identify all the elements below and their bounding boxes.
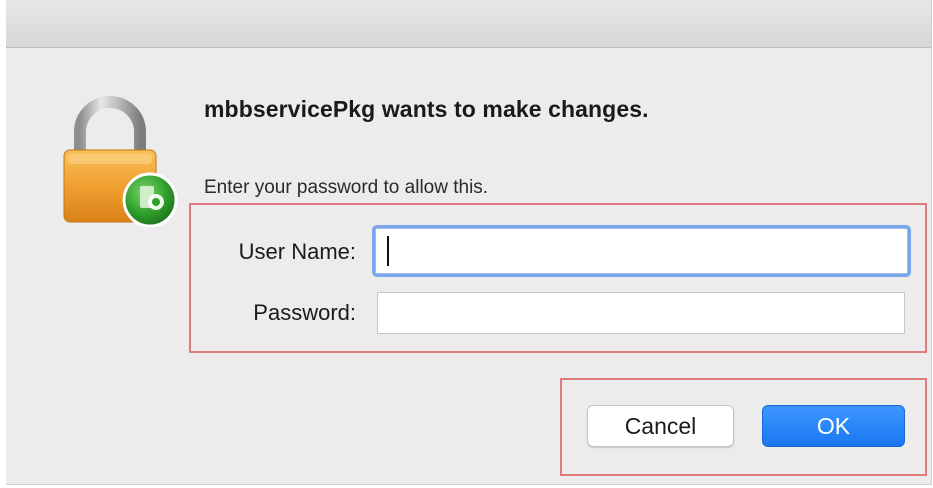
cancel-button[interactable]: Cancel	[587, 405, 734, 447]
username-label: User Name:	[238, 239, 356, 264]
text-cursor	[387, 236, 389, 266]
password-label: Password:	[253, 300, 356, 325]
username-field[interactable]	[375, 228, 908, 274]
password-field[interactable]	[377, 292, 905, 334]
ok-button[interactable]: OK	[762, 405, 905, 447]
lock-icon	[63, 96, 178, 228]
dialog-title: mbbservicePkg wants to make changes.	[204, 96, 649, 122]
dialog-message: Enter your password to allow this.	[204, 177, 489, 198]
window-titlebar[interactable]	[6, 0, 931, 48]
